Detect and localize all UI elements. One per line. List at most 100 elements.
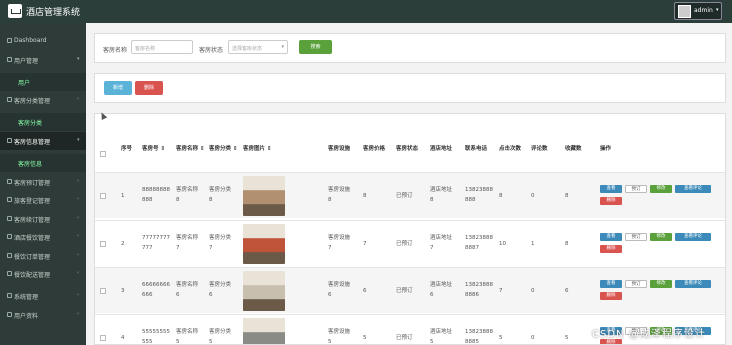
main-content: 客房名称 客房名称 客房状态 选择客房状态 ▾ 搜索 新增 删除 序号 客房号 ⇕ 客…: [86, 23, 732, 345]
room-number: 77777777: [142, 235, 170, 241]
row-checkbox[interactable]: [100, 193, 106, 199]
sidebar-item[interactable]: 餐饮订单管理 ‹: [0, 247, 86, 265]
delete-row-button[interactable]: 删除: [600, 197, 622, 205]
row-index: 3: [121, 288, 125, 294]
menu-icon: [7, 312, 12, 317]
add-button[interactable]: 新增: [104, 81, 132, 95]
hotel-address: 6: [430, 292, 434, 298]
sidebar-item[interactable]: 客房信息管理 ▾: [0, 132, 86, 150]
column-header-label: 酒店地址: [430, 146, 453, 152]
room-facility: 7: [328, 245, 332, 251]
room-facility: 5: [328, 339, 332, 345]
sidebar-item-label: 餐饮订单管理: [14, 254, 51, 261]
sidebar-item-label: 用户资料: [14, 313, 39, 320]
room-name-input[interactable]: 客房名称: [131, 40, 193, 54]
delete-row-button[interactable]: 删除: [600, 245, 622, 253]
sidebar-item[interactable]: 客房分类: [0, 113, 86, 131]
sidebar-item[interactable]: 餐饮配送管理 ‹: [0, 265, 86, 283]
column-header[interactable]: 客房分类 ⇕: [209, 144, 238, 152]
menu-icon: [7, 216, 12, 221]
sidebar-item-label: 客房分类: [18, 120, 43, 127]
edit-button[interactable]: 修改: [650, 280, 672, 288]
book-button[interactable]: 预订: [625, 280, 647, 288]
contact-phone: 8885: [465, 339, 479, 345]
sidebar-item-label: 旅客登记管理: [14, 198, 51, 205]
room-category: 客房分类: [209, 282, 232, 288]
comment-count: 1: [531, 241, 535, 247]
room-status: 已预订: [396, 241, 413, 247]
sort-icon: ⇕: [233, 146, 238, 152]
room-facility: 客房设施: [328, 187, 351, 193]
chevron-icon: ‹: [77, 292, 79, 298]
view-reviews-button[interactable]: 查看评论: [675, 185, 711, 193]
column-header: 酒店地址: [430, 144, 452, 152]
room-name: 5: [176, 339, 180, 345]
sidebar-item[interactable]: Dashboard: [0, 32, 86, 50]
column-header-label: 客房分类: [209, 146, 232, 152]
room-status-label: 客房状态: [199, 47, 224, 54]
chevron-icon: ▾: [77, 137, 80, 143]
sidebar-item[interactable]: 客房分类管理 ‹: [0, 91, 86, 109]
room-name: 客房名称: [176, 187, 199, 193]
book-button[interactable]: 预订: [625, 185, 647, 193]
book-button[interactable]: 预订: [625, 233, 647, 241]
sidebar-item[interactable]: 客房续订管理 ‹: [0, 210, 86, 228]
contact-phone: 13823888: [465, 187, 493, 193]
room-image: [243, 176, 285, 216]
chevron-icon: ‹: [77, 270, 79, 276]
column-header-label: 客房设施: [328, 146, 351, 152]
sidebar-item[interactable]: 酒店餐饮管理 ‹: [0, 228, 86, 246]
column-header: 操作: [600, 144, 611, 152]
sidebar: Dashboard 用户管理 ▾ 用户 客房分类管理 ‹ 客房分类 客房信息管理 ▾ 客房信息 客房…: [0, 23, 86, 345]
room-name-label: 客房名称: [103, 47, 128, 54]
sidebar-item[interactable]: 用户: [0, 73, 86, 91]
sidebar-item[interactable]: 旅客登记管理 ‹: [0, 191, 86, 209]
view-button[interactable]: 查看: [600, 185, 622, 193]
column-header[interactable]: 客房图片 ⇕: [243, 144, 272, 152]
search-button[interactable]: 搜索: [299, 40, 332, 54]
select-all-checkbox[interactable]: [100, 151, 106, 157]
user-menu-button[interactable]: admin ▾: [674, 2, 722, 20]
view-reviews-button[interactable]: 查看评论: [675, 233, 711, 241]
room-status-placeholder: 选择客房状态: [232, 46, 263, 52]
column-header[interactable]: 客房名称 ⇕: [176, 144, 205, 152]
room-category: 客房分类: [209, 187, 232, 193]
sidebar-item[interactable]: 客房信息: [0, 154, 86, 172]
menu-icon: [7, 234, 12, 239]
sidebar-item-label: 用户管理: [14, 58, 39, 65]
room-status: 已预订: [396, 335, 413, 341]
toolbar-panel: 新增 删除: [94, 73, 726, 103]
row-index: 2: [121, 241, 125, 247]
row-index: 4: [121, 335, 125, 341]
column-header[interactable]: 客房号 ⇕: [142, 144, 165, 152]
row-checkbox[interactable]: [100, 335, 106, 341]
room-category: 7: [209, 245, 213, 251]
column-header-label: 收藏数: [565, 146, 582, 152]
sidebar-item-label: 酒店餐饮管理: [14, 235, 51, 242]
sort-icon: ⇕: [200, 146, 205, 152]
edit-button[interactable]: 修改: [650, 185, 672, 193]
column-header: 联系电话: [465, 144, 487, 152]
chevron-icon: ‹: [77, 311, 79, 317]
room-price: 7: [363, 241, 367, 247]
row-checkbox[interactable]: [100, 288, 106, 294]
contact-phone: 13823888: [465, 235, 493, 241]
view-button[interactable]: 查看: [600, 280, 622, 288]
delete-button[interactable]: 删除: [135, 81, 163, 95]
room-status-select[interactable]: 选择客房状态 ▾: [228, 40, 288, 54]
edit-button[interactable]: 修改: [650, 233, 672, 241]
room-image: [243, 271, 285, 311]
view-button[interactable]: 查看: [600, 233, 622, 241]
column-header-label: 客房号: [142, 146, 159, 152]
view-reviews-button[interactable]: 查看评论: [675, 280, 711, 288]
sidebar-item[interactable]: 客房预订管理 ‹: [0, 173, 86, 191]
delete-row-button[interactable]: 删除: [600, 292, 622, 300]
favorite-count: 8: [565, 193, 569, 199]
sidebar-item[interactable]: 用户管理 ▾: [0, 51, 86, 69]
sidebar-item-label: 客房续订管理: [14, 217, 51, 224]
room-facility: 客房设施: [328, 282, 351, 288]
sidebar-item[interactable]: 系统管理 ‹: [0, 287, 86, 305]
sidebar-item[interactable]: 用户资料 ‹: [0, 306, 86, 324]
chevron-down-icon: ▾: [716, 7, 719, 13]
row-checkbox[interactable]: [100, 241, 106, 247]
